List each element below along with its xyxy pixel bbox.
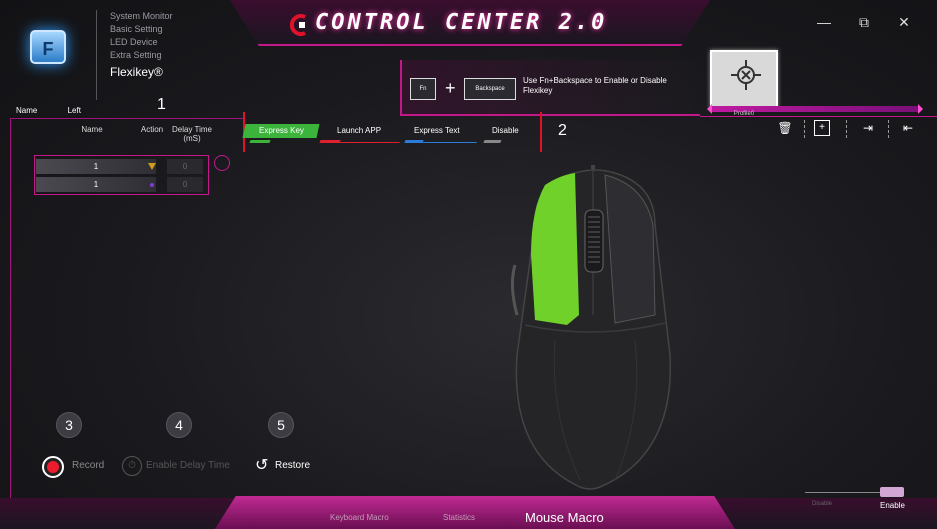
tabs-right-divider <box>540 112 542 152</box>
toolbar-separator <box>846 120 847 138</box>
marker-3: 3 <box>56 412 82 438</box>
close-button[interactable]: ✕ <box>893 12 915 32</box>
tab-express-key[interactable]: Express Key <box>242 124 320 138</box>
enable-slider-knob[interactable] <box>880 487 904 497</box>
mouse-illustration <box>510 165 672 490</box>
tab-disable[interactable]: Disable <box>479 124 532 138</box>
main-nav: System Monitor Basic Setting LED Device … <box>110 10 173 79</box>
name-value: Left <box>67 106 81 115</box>
tab-launch-app[interactable]: Launch APP <box>323 124 396 138</box>
plus-sign: + <box>445 78 456 98</box>
toolbar-separator <box>888 120 889 138</box>
tab-express-key-indicator <box>249 140 271 143</box>
enable-label: Enable <box>880 501 905 510</box>
export-icon[interactable]: ⇥ <box>858 118 878 138</box>
fn-key: Fn <box>410 78 436 100</box>
import-icon[interactable]: ⇤ <box>898 118 918 138</box>
table-scroll-handle[interactable] <box>214 155 230 171</box>
row-delay[interactable]: 0 <box>167 177 203 192</box>
bottom-tab-statistics[interactable]: Statistics <box>443 513 475 522</box>
table-row[interactable]: 1 <box>36 159 156 174</box>
restore-button[interactable]: Restore <box>275 460 310 471</box>
minimize-button[interactable]: — <box>813 12 835 32</box>
row-name: 1 <box>93 162 99 171</box>
marker-5: 5 <box>268 412 294 438</box>
restore-window-button[interactable]: ⧉ <box>853 12 875 32</box>
name-label: Name <box>16 106 38 115</box>
nav-item-system-monitor[interactable]: System Monitor <box>110 10 173 23</box>
disable-label: Disable <box>812 501 833 507</box>
row-delay[interactable]: 0 <box>167 159 203 174</box>
nav-item-led-device[interactable]: LED Device <box>110 36 173 49</box>
flexikey-app-icon: F <box>30 30 66 64</box>
mouse-scroll-wheel <box>584 209 604 273</box>
mouse-left-button-highlight <box>531 173 579 325</box>
flexikey-hint-text: Use Fn+Backspace to Enable or Disable Fl… <box>523 76 667 95</box>
tab-express-text[interactable]: Express Text <box>401 124 474 138</box>
restore-icon[interactable]: ↺ <box>255 455 268 475</box>
record-button[interactable]: Record <box>72 460 104 471</box>
key-down-icon <box>148 163 156 170</box>
column-header-name: Name <box>81 125 103 134</box>
bottom-tab-keyboard-macro[interactable]: Keyboard Macro <box>330 513 389 522</box>
row-name: 1 <box>93 180 99 189</box>
marker-4: 4 <box>166 412 192 438</box>
enable-delay-time-button[interactable]: Enable Delay Time <box>146 460 230 471</box>
nav-item-flexikey[interactable]: Flexikey® <box>110 66 173 79</box>
toolbar-line <box>700 116 937 117</box>
name-row: Name Left <box>16 106 109 115</box>
delete-icon[interactable]: 🗑 <box>775 118 795 138</box>
nav-divider <box>96 10 97 100</box>
brand-logo-icon <box>289 14 306 36</box>
nav-item-extra-setting[interactable]: Extra Setting <box>110 49 173 62</box>
column-header-action: Action <box>140 125 164 134</box>
profile-card[interactable] <box>710 50 778 108</box>
profile-crosshair-icon <box>731 60 761 90</box>
column-header-delay: Delay Time (mS) <box>171 125 212 143</box>
table-row[interactable]: 1 <box>36 177 156 192</box>
tab-express-text-indicator <box>404 140 478 143</box>
tab-disable-indicator <box>483 140 533 143</box>
bottom-tab-mouse-macro[interactable]: Mouse Macro <box>525 510 604 525</box>
mouse-side-button <box>510 264 519 316</box>
key-up-icon <box>150 183 154 187</box>
nav-item-basic-setting[interactable]: Basic Setting <box>110 23 173 36</box>
timer-icon[interactable]: ⏱ <box>122 456 142 476</box>
tab-launch-app-indicator <box>319 140 401 143</box>
add-profile-icon[interactable]: + <box>814 120 830 136</box>
app-title: CONTROL CENTER 2.0 <box>315 10 608 35</box>
backspace-key: Backspace <box>464 78 516 100</box>
marker-2: 2 <box>558 122 567 139</box>
toolbar-separator <box>804 120 805 138</box>
marker-1: 1 <box>157 96 166 113</box>
record-icon[interactable] <box>42 456 64 478</box>
